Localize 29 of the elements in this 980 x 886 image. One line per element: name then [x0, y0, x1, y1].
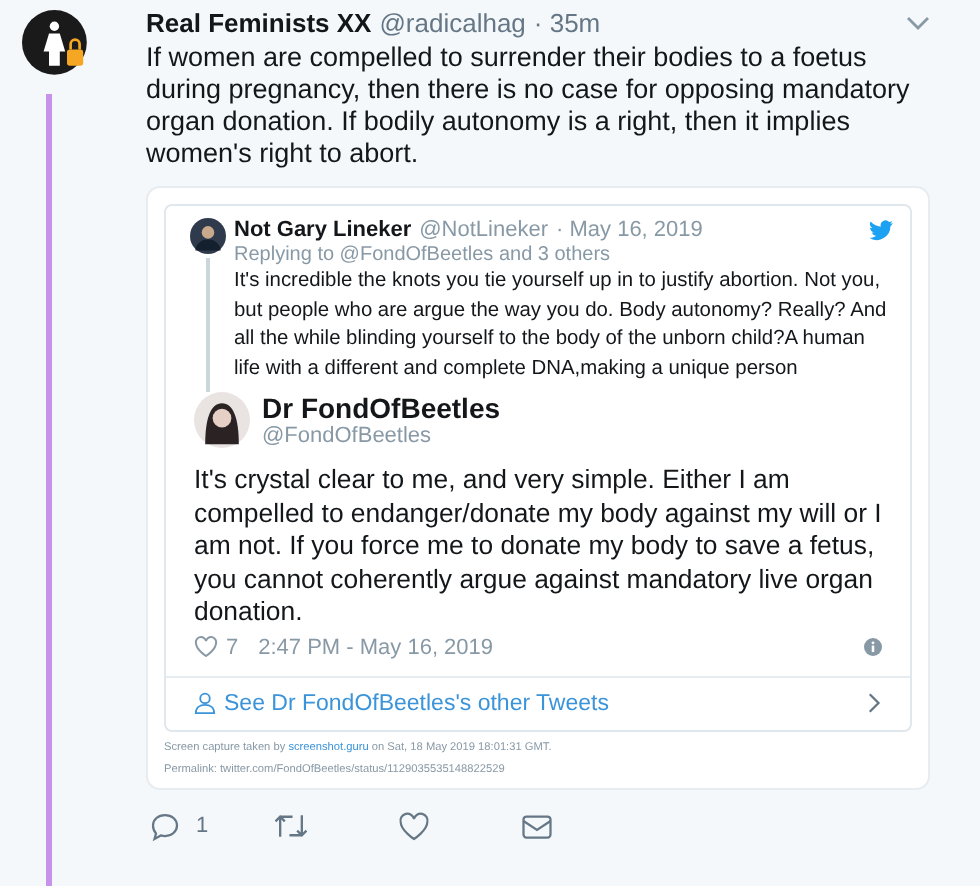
tweet-text: If women are compelled to surrender their bodies to a foetus during pregnancy, then there is no case for opposing mandatory organ donation. If bodily autonomy is a right, then it implies women's right to abort.	[146, 42, 912, 170]
avatar-icon	[194, 392, 250, 448]
tweet-time: · 35m	[533, 8, 601, 38]
chevron-down-icon[interactable]	[906, 15, 930, 31]
heart-icon[interactable]	[398, 811, 430, 841]
author-handle: @FondOfBeetles	[262, 424, 434, 448]
reply-icon[interactable]	[150, 811, 180, 841]
author-name: Dr FondOfBeetles	[262, 392, 501, 424]
reply-count: 1	[196, 814, 209, 838]
thread-line	[206, 258, 210, 392]
retweet-icon[interactable]	[274, 812, 308, 840]
author-name: Not Gary Lineker	[234, 218, 412, 242]
author-name[interactable]: Real Feminists XX	[146, 8, 372, 38]
like-count: 7	[226, 635, 239, 659]
see-more-link[interactable]: See Dr FondOfBeetles's other Tweets	[166, 675, 910, 729]
avatar-icon	[190, 218, 226, 254]
chevron-right-icon	[868, 692, 882, 714]
reply-text: It's incredible the knots you tie yourself up in to justify abortion. Not you, but people who are argue the way you do. Body autonomy? Really? And all the while blinding yourself to the body of the unborn child?A human life with a different and complete DNA,making a unique person	[234, 268, 889, 383]
bird-icon	[868, 219, 894, 241]
envelope-icon[interactable]	[522, 813, 552, 839]
tweet-timestamp: 2:47 PM - May 16, 2019	[258, 635, 494, 659]
person-icon	[194, 692, 216, 714]
heart-icon[interactable]	[194, 636, 218, 658]
replying-to-text: Replying to @FondOfBeetles and 3 others	[234, 244, 613, 266]
author-handle: @NotLineker	[419, 218, 549, 242]
info-icon[interactable]	[864, 638, 882, 656]
tweet-date: · May 16, 2019	[556, 218, 703, 242]
author-handle: @radicalhag	[379, 8, 526, 38]
tweet-text: It's crystal clear to me, and very simple. Either I am compelled to endanger/donate my body against my will or I am not. If you force me to donate my body to save a fetus, you cannot coherently argue against mandatory live organ donation.	[194, 464, 882, 629]
